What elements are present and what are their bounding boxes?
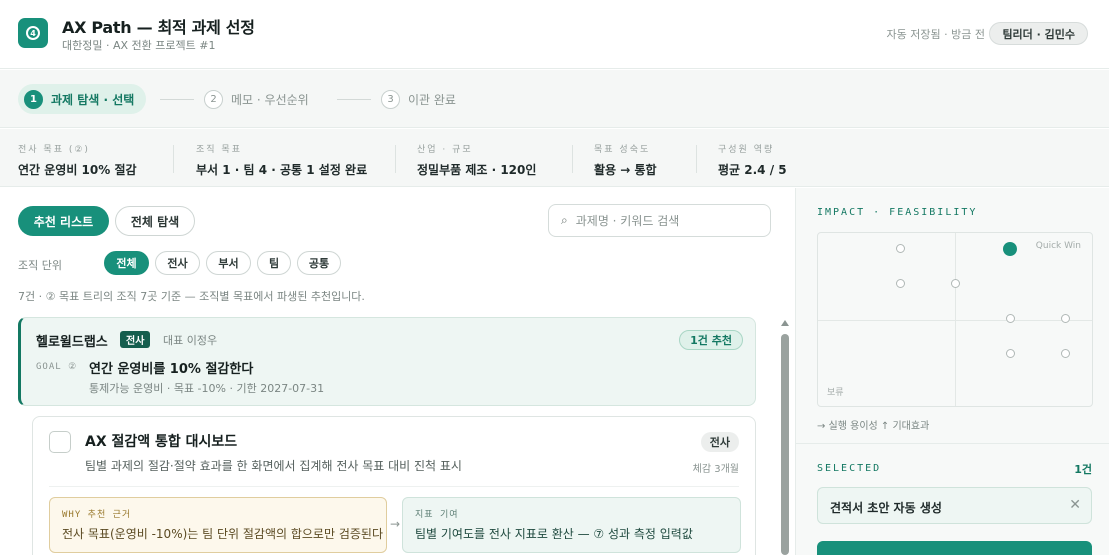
step-label: 과제 탐색 · 선택	[51, 92, 135, 107]
selected-count: 1건	[1074, 463, 1092, 476]
goal-meta: 통제가능 운영비 · 목표 -10% · 기한 2027-07-31	[89, 382, 325, 395]
step-3[interactable]: 3 이관 완료	[381, 84, 456, 114]
divider	[572, 145, 573, 173]
step-connector	[160, 99, 194, 100]
selected-label: SELECTED	[817, 463, 882, 474]
close-icon[interactable]: ✕	[1069, 497, 1081, 513]
filter-chip-company[interactable]: 전사	[155, 251, 200, 275]
right-panel: IMPACT · FEASIBILITY Quick Win 보류 → 실행 용…	[795, 188, 1109, 555]
context-label: 구성원 역량	[718, 145, 775, 155]
step-label: 이관 완료	[408, 92, 456, 107]
page-title: AX Path — 최적 과제 선정	[62, 18, 255, 37]
org-name: 헬로윌드랩스	[36, 335, 108, 350]
result-info: 7건 · ② 목표 트리의 조직 7곳 기준 — 조직별 목표에서 파생된 추천…	[18, 290, 365, 303]
divider	[49, 486, 739, 487]
search-placeholder: 과제명 · 키워드 검색	[575, 214, 680, 228]
goal-label: GOAL ②	[36, 362, 78, 372]
arrow-right-icon: →	[390, 517, 401, 531]
goal-title: 연간 운영비를 10% 절감한다	[89, 362, 254, 377]
impact-feasibility-matrix: Quick Win 보류	[817, 232, 1093, 407]
contribution-text: 팀별 기여도를 전사 지표로 환산 — ⑦ 성과 측정 입력값	[415, 527, 693, 541]
matrix-point[interactable]	[1061, 349, 1070, 358]
primary-action-button[interactable]	[817, 541, 1092, 555]
scroll-up-icon[interactable]	[781, 320, 789, 326]
context-label: 전사 목표 (②)	[18, 145, 90, 155]
context-value: 활용 → 통합	[594, 163, 657, 177]
scrollbar[interactable]	[781, 320, 789, 555]
divider	[696, 145, 697, 173]
context-maturity: 목표 성숙도 활용 → 통합	[594, 142, 657, 178]
step-number: 2	[204, 89, 223, 109]
org-card[interactable]: 헬로윌드랩스 전사 대표 이정우 1건 추천 GOAL ② 연간 운영비를 10…	[18, 317, 756, 406]
selected-item-label: 견적서 초안 자동 생성	[830, 501, 942, 515]
step-1[interactable]: 1 과제 탐색 · 선택	[18, 84, 147, 114]
context-value: 평균 2.4 / 5	[718, 163, 787, 177]
context-org-goal: 조직 목표 부서 1 · 팀 4 · 공통 1 설정 완료	[196, 142, 367, 178]
task-scope-badge: 전사	[700, 432, 739, 452]
stepper: 1 과제 탐색 · 선택 2 메모 · 우선순위 3 이관 완료	[0, 70, 1109, 128]
filter-chip-team[interactable]: 팀	[257, 251, 291, 275]
recommendation-count-badge: 1건 추천	[679, 330, 743, 350]
logo-icon: 4	[26, 26, 40, 40]
why-reason-box: WHY 추천 근거 전사 목표(운영비 -10%)는 팀 단위 절감액의 합으로…	[49, 497, 387, 553]
task-duration: 체감 3개월	[692, 464, 739, 475]
context-label: 산업 · 규모	[417, 145, 473, 155]
save-status: 자동 저장됨 · 방금 전	[886, 28, 985, 41]
hold-label: 보류	[827, 388, 844, 398]
divider	[395, 145, 396, 173]
matrix-label: IMPACT · FEASIBILITY	[817, 207, 978, 218]
step-connector	[337, 99, 371, 100]
context-company-goal: 전사 목표 (②) 연간 운영비 10% 절감	[18, 142, 137, 178]
main-panel: 추천 리스트 전체 탐색 ⌕ 과제명 · 키워드 검색 조직 단위 전체 전사 …	[0, 188, 795, 555]
user-badge[interactable]: 팀리더 · 김민수	[989, 22, 1088, 45]
matrix-point[interactable]	[896, 279, 905, 288]
selected-item[interactable]: 견적서 초안 자동 생성 ✕	[817, 487, 1092, 524]
page-subtitle: 대한정밀 · AX 전환 프로젝트 #1	[62, 39, 216, 52]
matrix-point[interactable]	[1006, 349, 1015, 358]
filter-label: 조직 단위	[18, 259, 62, 272]
search-input[interactable]: ⌕ 과제명 · 키워드 검색	[548, 204, 771, 237]
context-capability: 구성원 역량 평균 2.4 / 5	[718, 142, 787, 178]
filter-chip-all[interactable]: 전체	[104, 251, 149, 275]
quick-win-label: Quick Win	[1035, 241, 1081, 251]
why-label: WHY 추천 근거	[62, 510, 132, 520]
matrix-point[interactable]	[1006, 314, 1015, 323]
context-value: 부서 1 · 팀 4 · 공통 1 설정 완료	[196, 163, 368, 177]
search-icon: ⌕	[561, 213, 568, 227]
context-industry: 산업 · 규모 정밀부품 제조 · 120인	[417, 142, 536, 178]
matrix-point-selected[interactable]	[1003, 242, 1017, 256]
task-card[interactable]: AX 절감액 통합 대시보드 팀별 과제의 절감·절약 효과를 한 화면에서 집…	[32, 416, 756, 555]
metric-contribution-box: 지표 기여 팀별 기여도를 전사 지표로 환산 — ⑦ 성과 측정 입력값	[402, 497, 741, 553]
context-label: 조직 목표	[196, 145, 242, 155]
axis-legend: → 실행 용이성 ↑ 기대효과	[817, 421, 930, 432]
why-text: 전사 목표(운영비 -10%)는 팀 단위 절감액의 합으로만 검증된다	[62, 527, 383, 541]
matrix-point[interactable]	[896, 244, 905, 253]
divider	[796, 443, 1109, 444]
matrix-axis-horizontal	[818, 320, 1092, 321]
context-bar: 전사 목표 (②) 연간 운영비 10% 절감 조직 목표 부서 1 · 팀 4…	[0, 129, 1109, 187]
tab-all[interactable]: 전체 탐색	[115, 206, 195, 236]
matrix-point[interactable]	[951, 279, 960, 288]
step-label: 메모 · 우선순위	[231, 92, 309, 107]
task-select-checkbox[interactable]	[49, 431, 71, 453]
matrix-point[interactable]	[1061, 314, 1070, 323]
app-header: 4 AX Path — 최적 과제 선정 대한정밀 · AX 전환 프로젝트 #…	[0, 0, 1109, 69]
context-label: 목표 성숙도	[594, 145, 651, 155]
divider	[173, 145, 174, 173]
context-value: 연간 운영비 10% 절감	[18, 163, 137, 177]
step-number: 1	[24, 89, 43, 109]
contribution-label: 지표 기여	[415, 510, 459, 520]
tab-recommended[interactable]: 추천 리스트	[18, 206, 109, 236]
context-value: 정밀부품 제조 · 120인	[417, 163, 537, 177]
filter-chip-common[interactable]: 공통	[297, 251, 341, 275]
org-representative: 대표 이정우	[163, 334, 218, 347]
org-scope-badge: 전사	[120, 331, 151, 348]
step-number: 3	[381, 89, 400, 109]
task-description: 팀별 과제의 절감·절약 효과를 한 화면에서 집계해 전사 목표 대비 진척 …	[85, 459, 462, 473]
filter-chip-department[interactable]: 부서	[206, 251, 251, 275]
app-logo: 4	[18, 18, 48, 48]
scroll-thumb[interactable]	[781, 334, 789, 555]
step-2[interactable]: 2 메모 · 우선순위	[204, 84, 309, 114]
task-title: AX 절감액 통합 대시보드	[85, 434, 238, 450]
